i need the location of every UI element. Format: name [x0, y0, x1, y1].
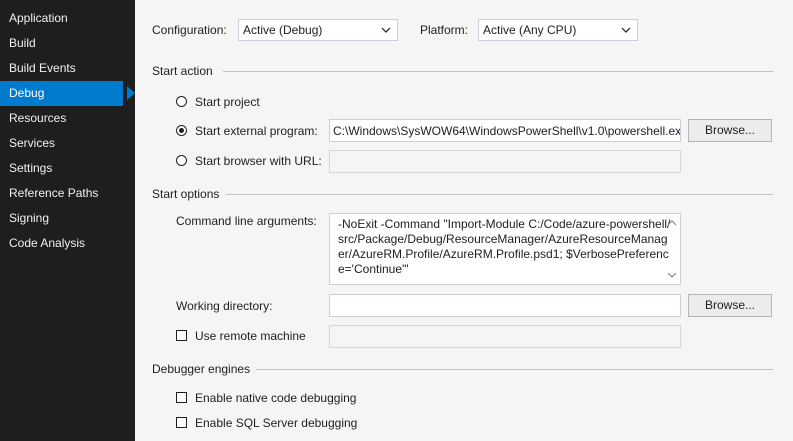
scroll-down-icon[interactable] [668, 272, 676, 278]
sidebar-item-debug[interactable]: Debug [0, 81, 135, 106]
chevron-down-icon [381, 27, 391, 33]
active-indicator-arrow-icon [127, 86, 135, 100]
platform-label: Platform: [420, 23, 469, 37]
sidebar-item-label: Build Events [9, 61, 76, 75]
section-divider [256, 369, 773, 370]
platform-value: Active (Any CPU) [483, 23, 577, 37]
sidebar-item-resources[interactable]: Resources [0, 106, 123, 131]
sidebar-item-label: Code Analysis [9, 236, 86, 250]
sidebar-item-settings[interactable]: Settings [0, 156, 123, 181]
sidebar-item-label: Application [9, 11, 68, 25]
remote-machine-input[interactable] [329, 325, 681, 348]
start-options-section-title: Start options [152, 187, 220, 201]
sidebar-item-reference-paths[interactable]: Reference Paths [0, 181, 123, 206]
debugger-engines-section-title: Debugger engines [152, 362, 251, 376]
configuration-label: Configuration: [152, 23, 227, 37]
sidebar: Application Build Build Events Debug Res… [0, 0, 135, 441]
start-browser-url-radio[interactable] [176, 155, 187, 166]
command-line-arguments-textarea[interactable]: -NoExit -Command "Import-Module C:/Code/… [329, 213, 681, 285]
sidebar-item-label: Build [9, 36, 36, 50]
use-remote-machine-checkbox[interactable] [176, 330, 187, 341]
configuration-value: Active (Debug) [243, 23, 323, 37]
section-divider [223, 71, 773, 72]
sidebar-item-label: Resources [9, 111, 67, 125]
browse-working-directory-button[interactable]: Browse... [688, 294, 772, 317]
sidebar-item-label: Services [9, 136, 56, 150]
radio-selected-dot [179, 128, 184, 133]
browser-url-input[interactable] [329, 150, 681, 173]
sidebar-item-label: Debug [9, 86, 45, 100]
section-divider [226, 194, 773, 195]
chevron-down-icon [621, 27, 631, 33]
sidebar-item-label: Settings [9, 161, 53, 175]
browse-external-program-button[interactable]: Browse... [688, 119, 772, 142]
browse-button-label: Browse... [704, 298, 755, 312]
use-remote-machine-label[interactable]: Use remote machine [195, 328, 306, 344]
command-line-arguments-label: Command line arguments: [176, 214, 317, 228]
sidebar-item-signing[interactable]: Signing [0, 206, 123, 231]
sidebar-item-build[interactable]: Build [0, 31, 123, 56]
textarea-scrollbar[interactable] [664, 214, 680, 284]
start-project-label[interactable]: Start project [195, 94, 260, 110]
command-line-arguments-value: -NoExit -Command "Import-Module C:/Code/… [338, 217, 671, 276]
enable-native-code-debugging-checkbox[interactable] [176, 392, 187, 403]
sidebar-item-label: Signing [9, 211, 50, 225]
sidebar-item-application[interactable]: Application [0, 6, 123, 31]
platform-dropdown[interactable]: Active (Any CPU) [478, 19, 638, 41]
external-program-path-value: C:\Windows\SysWOW64\WindowsPowerShell\v1… [333, 124, 681, 138]
enable-native-code-debugging-label[interactable]: Enable native code debugging [195, 390, 356, 406]
sidebar-item-services[interactable]: Services [0, 131, 123, 156]
enable-sql-server-debugging-checkbox[interactable] [176, 417, 187, 428]
sidebar-item-label: Reference Paths [9, 186, 99, 200]
configuration-dropdown[interactable]: Active (Debug) [238, 19, 398, 41]
working-directory-input[interactable] [329, 294, 681, 317]
scroll-up-icon[interactable] [668, 220, 676, 226]
external-program-path-input[interactable]: C:\Windows\SysWOW64\WindowsPowerShell\v1… [329, 119, 681, 142]
start-external-program-radio[interactable] [176, 125, 187, 136]
sidebar-item-build-events[interactable]: Build Events [0, 56, 123, 81]
start-browser-url-label[interactable]: Start browser with URL: [195, 153, 322, 169]
start-external-program-label[interactable]: Start external program: [195, 123, 318, 139]
enable-sql-server-debugging-label[interactable]: Enable SQL Server debugging [195, 415, 357, 431]
browse-button-label: Browse... [704, 123, 755, 137]
sidebar-item-code-analysis[interactable]: Code Analysis [0, 231, 123, 256]
start-project-radio[interactable] [176, 96, 187, 107]
working-directory-label: Working directory: [176, 299, 273, 313]
start-action-section-title: Start action [152, 64, 213, 78]
